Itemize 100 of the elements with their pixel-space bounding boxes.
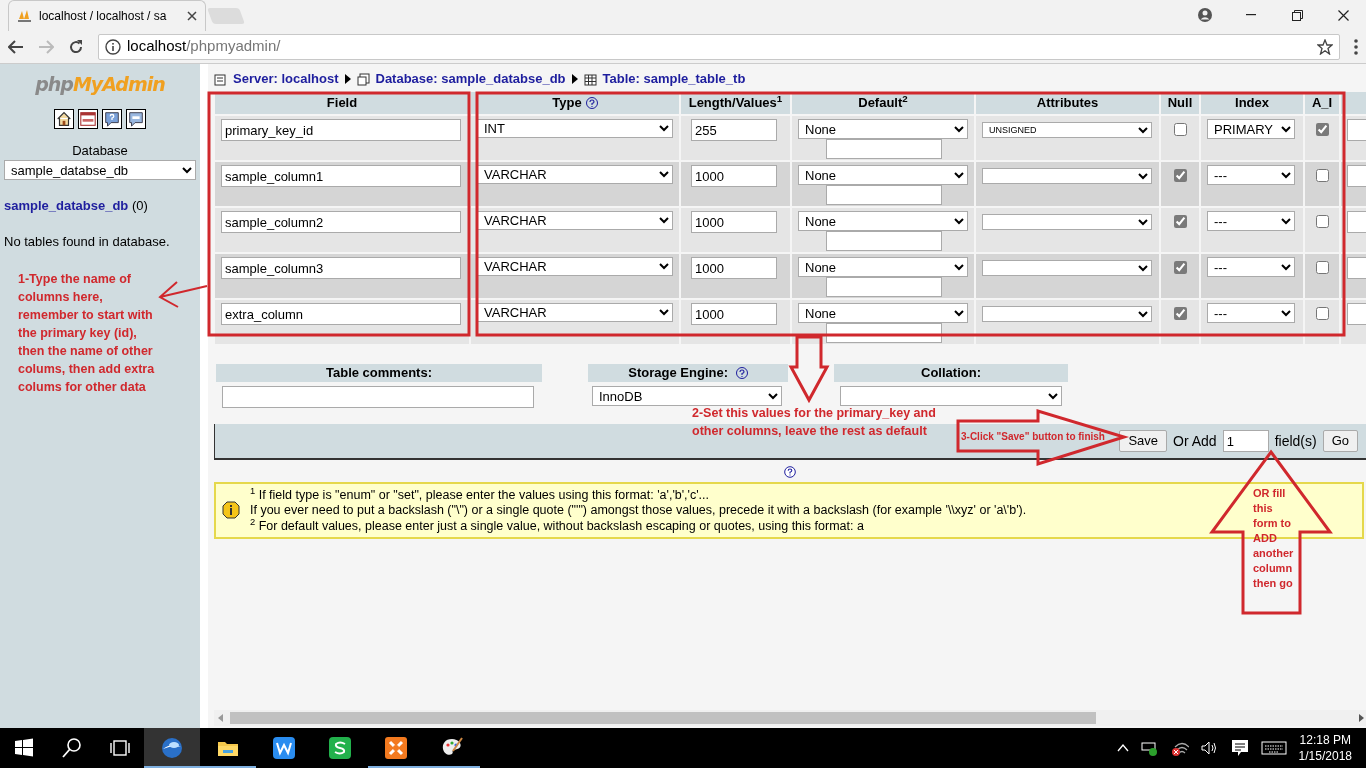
- address-bar[interactable]: localhost/phpmyadmin/: [98, 33, 1340, 60]
- field-name-input[interactable]: primary_key_id: [221, 119, 461, 141]
- reload-icon[interactable]: [68, 38, 84, 55]
- url-text: localhost/phpmyadmin/: [127, 36, 281, 57]
- note-text: $^{1}$ If field type is "enum" or "set", please enter the values using this format: 'a','b','c'...: [250, 486, 711, 503]
- breadcrumb-link[interactable]: Server: localhost: [233, 69, 339, 89]
- null-checkbox[interactable]: [1173, 169, 1187, 182]
- volume-icon[interactable]: [1200, 740, 1219, 756]
- index-select[interactable]: ---: [1207, 165, 1295, 185]
- null-checkbox[interactable]: [1173, 261, 1187, 274]
- length-input[interactable]: 1000: [691, 257, 777, 279]
- null-checkbox[interactable]: [1173, 123, 1187, 136]
- tab-title: localhost / localhost / sa: [39, 8, 168, 25]
- field-count-input[interactable]: 1: [1222, 430, 1269, 452]
- storage-engine-label: Storage Engine:: [628, 365, 729, 380]
- star-icon[interactable]: [1317, 38, 1333, 55]
- null-checkbox[interactable]: [1173, 215, 1187, 228]
- index-select[interactable]: PRIMARY: [1207, 119, 1295, 139]
- help-icon[interactable]: [737, 369, 746, 377]
- default-value-input[interactable]: [826, 139, 942, 159]
- database-icon: [356, 72, 370, 86]
- breadcrumb-link[interactable]: Table: sample_table_tb: [602, 69, 746, 89]
- length-input[interactable]: 1000: [691, 303, 777, 325]
- attributes-select[interactable]: UNSIGNED: [982, 122, 1152, 138]
- separator-icon: [571, 74, 578, 84]
- back-icon[interactable]: [8, 39, 24, 54]
- auto-increment-checkbox[interactable]: [1315, 261, 1329, 274]
- index-select[interactable]: ---: [1207, 303, 1295, 323]
- default-value-input[interactable]: [826, 277, 942, 297]
- search-icon[interactable]: [60, 736, 84, 760]
- default-select[interactable]: None: [798, 119, 968, 139]
- go-button[interactable]: Go: [1322, 430, 1358, 452]
- notification-icon[interactable]: [1230, 739, 1249, 757]
- keyboard-icon[interactable]: [1260, 740, 1287, 756]
- close-icon[interactable]: [187, 11, 197, 21]
- field-name-input[interactable]: sample_column3: [221, 257, 461, 279]
- clock-time: 12:18 PM: [1298, 732, 1352, 748]
- auto-increment-checkbox[interactable]: [1315, 307, 1329, 320]
- index-select[interactable]: ---: [1207, 211, 1295, 231]
- query-window-icon[interactable]: [126, 108, 146, 129]
- database-label: Database: [71, 141, 129, 160]
- sheets-icon[interactable]: [328, 736, 352, 760]
- taskbar-button[interactable]: [144, 728, 200, 768]
- auto-increment-checkbox[interactable]: [1315, 123, 1329, 136]
- empty-message: No tables found in database.: [4, 232, 171, 251]
- writer-icon[interactable]: [272, 736, 296, 760]
- annotation-text: 2-Set this values for the primary_key and other columns, leave the rest as default: [692, 405, 937, 440]
- home-icon[interactable]: [54, 108, 74, 129]
- save-button[interactable]: Save: [1119, 430, 1168, 452]
- scroll-right-icon[interactable]: [1358, 714, 1364, 722]
- auto-increment-checkbox[interactable]: [1315, 215, 1329, 228]
- database-link[interactable]: sample_databse_db: [4, 198, 129, 213]
- info-icon: [105, 38, 121, 55]
- type-select[interactable]: VARCHAR: [477, 165, 673, 184]
- default-select[interactable]: None: [798, 303, 968, 323]
- default-value-input[interactable]: [826, 231, 942, 251]
- annotation-arrow: [158, 281, 208, 308]
- browser-tab[interactable]: localhost / localhost / sa: [8, 0, 206, 31]
- field-name-input[interactable]: sample_column2: [221, 211, 461, 233]
- restore-icon[interactable]: [1291, 9, 1303, 21]
- length-input[interactable]: 1000: [691, 165, 777, 187]
- close-icon[interactable]: [1337, 9, 1349, 21]
- wifi-off-icon[interactable]: [1170, 740, 1189, 756]
- annotation-text: 1-Type the name of columns here, remember to start with the primary key (id), then the name of other colums, then add extra colums for other data: [18, 271, 156, 396]
- type-select[interactable]: VARCHAR: [477, 303, 673, 322]
- length-input[interactable]: 1000: [691, 211, 777, 233]
- default-select[interactable]: None: [798, 211, 968, 231]
- storage-engine-select[interactable]: InnoDB: [592, 386, 782, 406]
- horizontal-scrollbar[interactable]: [214, 710, 1366, 726]
- annotation-text: 3-Click "Save" button to finish: [961, 430, 1106, 444]
- note-text: If you ever need to put a backslash ("\") or a single quote ("'") amongst those values, precede it with a backslash (for example '\\xyz' or 'a\'b').: [250, 502, 1027, 518]
- minimize-icon[interactable]: [1246, 14, 1256, 16]
- browser-icon[interactable]: [160, 736, 184, 760]
- type-select[interactable]: VARCHAR: [477, 211, 673, 230]
- default-select[interactable]: None: [798, 257, 968, 277]
- xampp-icon[interactable]: [384, 736, 408, 760]
- field-name-input[interactable]: extra_column: [221, 303, 461, 325]
- default-value-input[interactable]: [826, 323, 942, 343]
- type-select[interactable]: INT: [477, 119, 673, 138]
- database-select[interactable]: sample_databse_db: [4, 160, 196, 180]
- index-select[interactable]: ---: [1207, 257, 1295, 277]
- table-comments-field[interactable]: [222, 386, 534, 408]
- default-value-input[interactable]: [826, 185, 942, 205]
- chevron-up-icon[interactable]: [1116, 744, 1129, 752]
- breadcrumb-link[interactable]: Database: sample_databse_db: [375, 69, 566, 89]
- sql-icon[interactable]: [78, 108, 98, 129]
- type-select[interactable]: VARCHAR: [477, 257, 673, 276]
- field-name-input[interactable]: sample_column1: [221, 165, 461, 187]
- clock-date: 1/15/2018: [1298, 748, 1352, 764]
- help-icon[interactable]: [784, 465, 796, 478]
- length-input[interactable]: 255: [691, 119, 777, 141]
- null-checkbox[interactable]: [1173, 307, 1187, 320]
- scrollbar-thumb[interactable]: [230, 712, 1096, 724]
- battery-icon[interactable]: [1140, 740, 1159, 756]
- default-select[interactable]: None: [798, 165, 968, 185]
- help-icon[interactable]: [102, 108, 122, 129]
- menu-icon[interactable]: [1354, 38, 1358, 55]
- account-icon[interactable]: [1198, 8, 1212, 22]
- server-icon: [214, 72, 227, 86]
- auto-increment-checkbox[interactable]: [1315, 169, 1329, 182]
